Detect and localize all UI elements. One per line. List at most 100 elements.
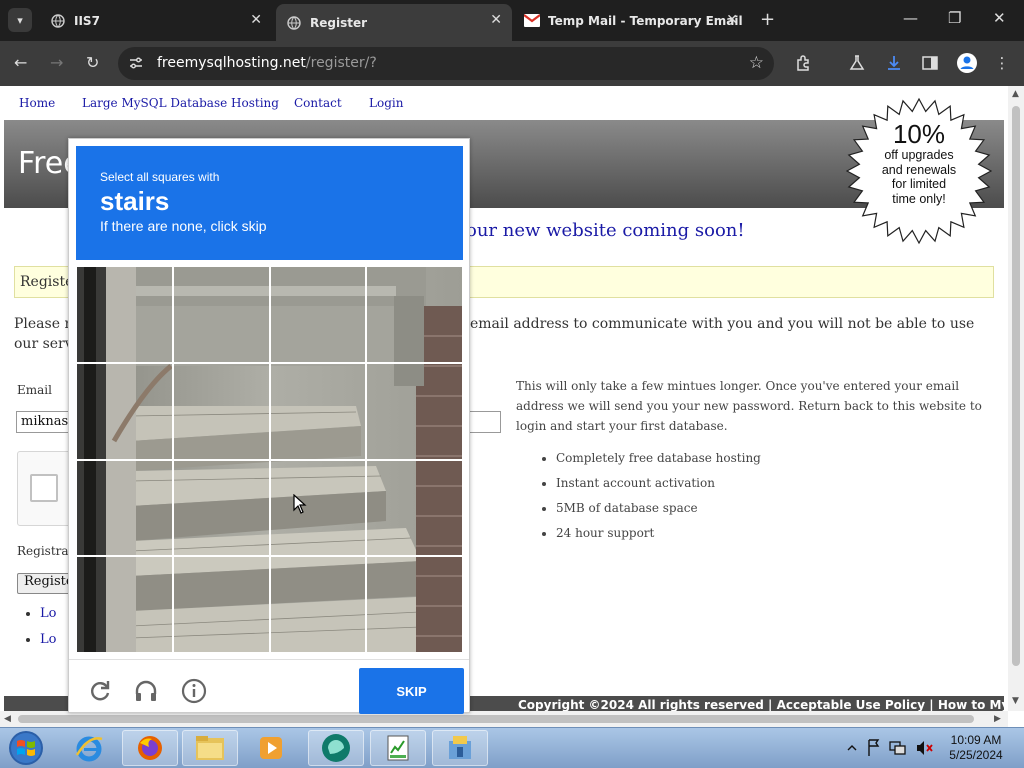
captcha-tile[interactable]	[172, 459, 270, 557]
action-center-flag-icon	[868, 739, 880, 756]
scroll-left-arrow-icon[interactable]: ◀	[4, 714, 11, 724]
profile-avatar-icon[interactable]	[956, 52, 978, 74]
clock-date: 5/25/2024	[949, 748, 1003, 762]
globe-icon	[286, 15, 302, 31]
tab-register[interactable]: Register ✕	[276, 4, 512, 41]
captcha-tile[interactable]	[76, 459, 173, 557]
captcha-tile[interactable]	[269, 459, 367, 557]
new-tab-button[interactable]: +	[760, 9, 775, 30]
captcha-tile[interactable]	[76, 266, 173, 363]
extensions-icon[interactable]	[795, 54, 813, 72]
close-tab-icon[interactable]: ✕	[250, 12, 262, 28]
vertical-scroll-thumb[interactable]	[1012, 106, 1020, 666]
taskbar-task-manager-icon[interactable]	[370, 730, 426, 766]
site-info-icon[interactable]	[128, 55, 144, 71]
close-tab-icon[interactable]: ✕	[490, 12, 502, 28]
bookmark-star-icon[interactable]: ☆	[749, 53, 764, 73]
close-window-button[interactable]: ✕	[993, 9, 1006, 27]
nav-home-link[interactable]: Home	[19, 96, 55, 110]
audio-challenge-icon[interactable]	[133, 678, 159, 704]
feature-item: Completely free database hosting	[556, 448, 994, 473]
address-bar[interactable]: freemysqlhosting.net/register/? ☆	[118, 47, 774, 80]
list-item: Lo	[40, 606, 56, 632]
list-item: Lo	[40, 632, 56, 658]
intro-text-line: our serv	[14, 336, 73, 352]
horizontal-scroll-thumb[interactable]	[18, 715, 974, 723]
notice-text: Registe	[20, 274, 74, 290]
captcha-tile[interactable]	[172, 556, 270, 653]
recaptcha-widget	[17, 451, 75, 526]
taskbar-control-panel-icon[interactable]	[432, 730, 488, 766]
browser-menu-icon[interactable]: ⋮	[993, 54, 1011, 72]
tile-grid	[76, 266, 463, 653]
taskbar-clock[interactable]: 10:09 AM 5/25/2024	[946, 733, 1006, 763]
taskbar-media-player-icon[interactable]	[243, 730, 299, 766]
vertical-scrollbar[interactable]: ▲ ▼	[1008, 86, 1024, 711]
captcha-tile[interactable]	[366, 459, 463, 557]
browser-toolbar: ← → ↻ freemysqlhosting.net/register/? ☆ …	[0, 41, 1024, 86]
promo-line: off upgrades	[884, 148, 954, 162]
restore-button[interactable]: ❐	[948, 9, 961, 27]
recaptcha-challenge-popup: Select all squares with stairs If there …	[68, 138, 470, 714]
start-button[interactable]	[4, 729, 48, 767]
tab-title: IIS7	[74, 13, 100, 28]
volume-muted-icon	[917, 741, 924, 755]
labs-flask-icon[interactable]	[848, 54, 866, 72]
instruction-suffix: If there are none, click skip	[100, 218, 267, 234]
skip-button[interactable]: SKIP	[359, 668, 464, 714]
captcha-tile[interactable]	[269, 556, 367, 653]
captcha-tile[interactable]	[366, 266, 463, 363]
clock-time: 10:09 AM	[950, 733, 1002, 747]
feature-list: Completely free database hosting Instant…	[516, 448, 994, 548]
scroll-down-arrow-icon[interactable]: ▼	[1012, 696, 1019, 706]
promo-percent: 10%	[892, 119, 946, 149]
reload-challenge-icon[interactable]	[87, 678, 113, 704]
login-link[interactable]: Lo	[40, 606, 56, 621]
login-link[interactable]: Lo	[40, 632, 56, 647]
browser-tab-bar: ▾ IIS7 ✕ Register ✕ Temp Mail - Temporar…	[0, 0, 1024, 41]
captcha-tile[interactable]	[76, 556, 173, 653]
challenge-instructions: Select all squares with stairs If there …	[76, 146, 463, 260]
feature-item: 24 hour support	[556, 523, 994, 548]
windows-taskbar: 10:09 AM 5/25/2024	[0, 727, 1024, 768]
show-hidden-icons-icon	[847, 745, 857, 751]
captcha-tile[interactable]	[269, 266, 367, 363]
mouse-cursor-icon	[293, 494, 307, 514]
taskbar-app-icon[interactable]	[308, 730, 364, 766]
instruction-prefix: Select all squares with	[100, 170, 220, 184]
challenge-target-word: stairs	[100, 186, 170, 216]
close-tab-icon[interactable]: ✕	[726, 12, 738, 28]
minimize-button[interactable]: —	[903, 9, 918, 27]
captcha-tile[interactable]	[269, 362, 367, 460]
taskbar-firefox-icon[interactable]	[122, 730, 178, 766]
captcha-tile[interactable]	[172, 362, 270, 460]
nav-login-link[interactable]: Login	[369, 96, 403, 110]
registration-label: Registrat	[17, 544, 74, 558]
taskbar-explorer-icon[interactable]	[182, 730, 238, 766]
forward-button[interactable]: →	[50, 53, 63, 73]
nav-large-hosting-link[interactable]: Large MySQL Database Hosting	[82, 96, 279, 110]
reload-button[interactable]: ↻	[86, 53, 99, 73]
scroll-up-arrow-icon[interactable]: ▲	[1012, 89, 1019, 99]
scroll-right-arrow-icon[interactable]: ▶	[994, 714, 1001, 724]
info-paragraph: This will only take a few mintues longer…	[516, 379, 982, 433]
windows-logo-icon	[9, 731, 43, 765]
email-label: Email	[17, 383, 52, 397]
captcha-tile[interactable]	[76, 362, 173, 460]
captcha-tile[interactable]	[172, 266, 270, 363]
tab-search-button[interactable]: ▾	[8, 8, 32, 32]
info-panel: This will only take a few mintues longer…	[516, 376, 994, 548]
captcha-tile[interactable]	[366, 556, 463, 653]
url-text: freemysqlhosting.net/register/?	[157, 55, 377, 71]
back-button[interactable]: ←	[14, 53, 27, 73]
recaptcha-checkbox[interactable]	[30, 474, 58, 502]
tab-temp-mail[interactable]: Temp Mail - Temporary Email ✕	[516, 0, 748, 41]
taskbar-ie-icon[interactable]	[61, 730, 117, 766]
captcha-tile[interactable]	[366, 362, 463, 460]
download-icon[interactable]	[885, 54, 903, 72]
challenge-footer: SKIP	[69, 659, 469, 714]
info-icon[interactable]	[181, 678, 207, 704]
nav-contact-link[interactable]: Contact	[294, 96, 342, 110]
tab-iis7[interactable]: IIS7 ✕	[40, 0, 272, 41]
side-panel-icon[interactable]	[921, 54, 939, 72]
